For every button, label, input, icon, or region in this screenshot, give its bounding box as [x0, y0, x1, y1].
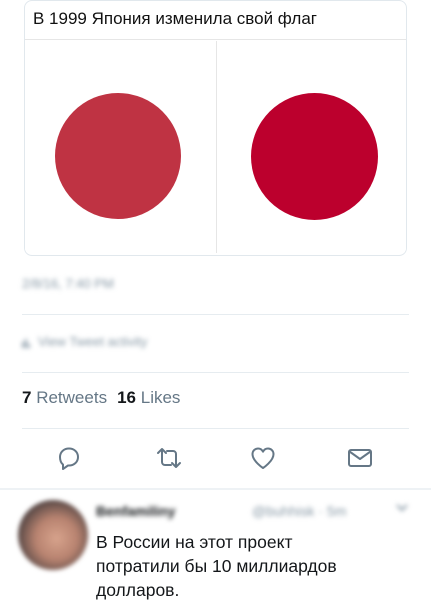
bar-chart-icon	[22, 338, 30, 348]
retweet-button[interactable]	[155, 444, 183, 472]
divider	[22, 372, 409, 373]
retweet-icon	[157, 448, 181, 468]
tweet-stats: 7 Retweets 16 Likes	[22, 388, 180, 408]
retweets-count: 7	[22, 388, 32, 407]
retweets-label: Retweets	[36, 388, 108, 407]
embedded-image-card[interactable]: В 1999 Япония изменила свой флаг	[24, 0, 407, 256]
card-title: В 1999 Япония изменила свой флаг	[33, 9, 317, 28]
old-flag-sun	[55, 93, 181, 219]
card-divider	[25, 39, 406, 40]
section-separator	[0, 488, 431, 490]
tweet-action-bar	[0, 444, 431, 474]
new-flag-sun	[251, 93, 378, 220]
likes-count: 16	[117, 388, 136, 407]
tweet-activity-label: View Tweet activity	[38, 334, 148, 349]
likes-label: Likes	[140, 388, 181, 407]
tweet-timestamp: 2/8/16, 7:40 PM	[22, 276, 114, 291]
reply-author-name[interactable]: Benfamiliny	[96, 503, 175, 519]
divider	[22, 428, 409, 429]
tweet-activity-link[interactable]: View Tweet activity	[22, 334, 147, 349]
reply-avatar[interactable]	[18, 500, 88, 570]
heart-icon	[251, 447, 275, 469]
direct-message-button[interactable]	[346, 444, 374, 472]
reply-author-handle: @buhhisk · 5m	[252, 503, 347, 519]
new-japan-flag	[219, 41, 406, 253]
flag-separator	[216, 41, 217, 253]
likes-stat[interactable]: 16 Likes	[117, 388, 180, 407]
reply-icon	[59, 447, 79, 470]
divider	[22, 314, 409, 315]
reply-text: В России на этот проект потратили бы 10 …	[96, 532, 337, 600]
old-japan-flag	[25, 41, 215, 253]
retweets-stat[interactable]: 7 Retweets	[22, 388, 107, 407]
envelope-icon	[348, 449, 372, 467]
like-button[interactable]	[249, 444, 277, 472]
chevron-down-icon[interactable]	[396, 503, 408, 513]
reply-button[interactable]	[55, 444, 83, 472]
